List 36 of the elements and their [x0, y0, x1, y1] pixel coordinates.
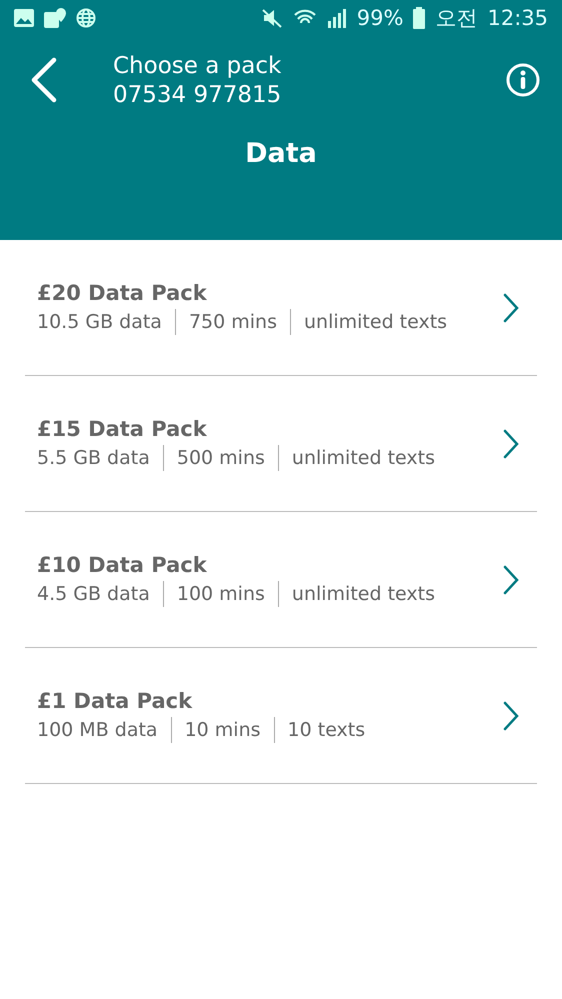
pack-detail: 10 mins	[170, 716, 274, 742]
image-icon	[14, 9, 34, 27]
mute-icon	[260, 8, 283, 28]
signal-icon	[326, 8, 347, 28]
pack-detail: 4.5 GB data	[37, 582, 151, 606]
pack-detail: 500 mins	[162, 444, 278, 470]
battery-icon	[413, 7, 426, 29]
clock-time: 12:35	[487, 6, 548, 30]
chevron-icon	[503, 700, 519, 730]
pack-item[interactable]: £20 Data Pack 10.5 GB data 750 mins unlimited texts	[25, 240, 537, 376]
pack-detail: 10 texts	[274, 716, 378, 742]
am-pm: 오전	[435, 5, 478, 32]
pack-item[interactable]: £1 Data Pack 100 MB data 10 mins 10 texts	[25, 648, 537, 784]
pack-detail: 100 MB data	[37, 718, 159, 742]
pack-detail: 750 mins	[174, 308, 290, 334]
chevron-icon	[503, 428, 519, 458]
pack-name: £20 Data Pack	[37, 280, 208, 304]
section-title: Data	[244, 138, 318, 169]
header-title: Choose a pack	[113, 52, 282, 81]
info-button[interactable]	[506, 62, 540, 100]
pack-name: £1 Data Pack	[37, 688, 194, 712]
globe-icon	[76, 8, 96, 28]
pack-detail: unlimited texts	[278, 580, 448, 606]
pack-detail: unlimited texts	[290, 308, 460, 334]
pack-detail: 100 mins	[162, 580, 278, 606]
pack-name: £10 Data Pack	[37, 552, 208, 576]
pack-item[interactable]: £15 Data Pack 5.5 GB data 500 mins unlimited texts	[25, 376, 537, 512]
pack-detail: 10.5 GB data	[37, 310, 163, 334]
pack-item[interactable]: £10 Data Pack 4.5 GB data 100 mins unlimited texts	[25, 512, 537, 648]
pack-detail: unlimited texts	[278, 444, 448, 470]
battery-percent: 99%	[356, 6, 404, 30]
pack-name: £15 Data Pack	[37, 416, 208, 440]
pack-detail: 5.5 GB data	[37, 446, 151, 470]
phone-number: 07534 977815	[113, 81, 282, 110]
chevron-icon	[503, 292, 519, 322]
chevron-icon	[503, 564, 519, 594]
